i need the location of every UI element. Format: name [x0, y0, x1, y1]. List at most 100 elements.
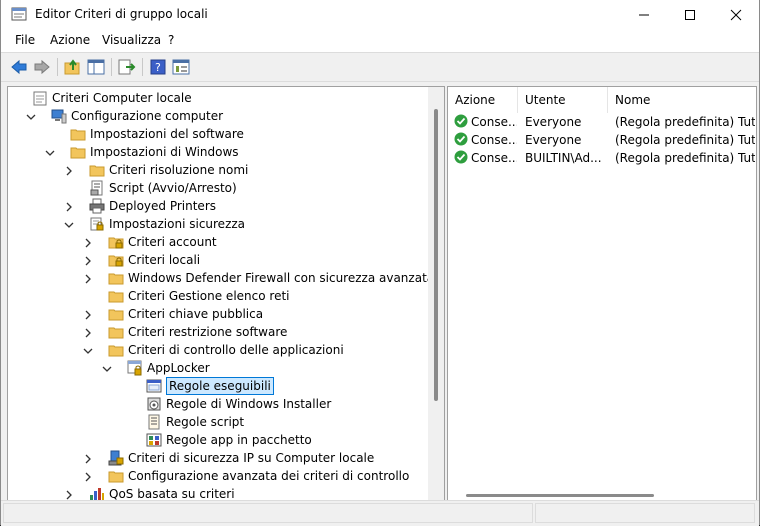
column-header-utente[interactable]: Utente — [518, 87, 608, 113]
script-rules-icon — [146, 414, 162, 430]
tree-node[interactable]: Configurazione avanzata dei criteri di c… — [8, 467, 428, 485]
back-button[interactable] — [9, 57, 29, 77]
tree-node[interactable]: Regole app in pacchetto — [8, 431, 428, 449]
menu-help[interactable]: ? — [166, 33, 176, 47]
chevron-down-icon[interactable] — [45, 147, 55, 157]
tree-node-label: Regole app in pacchetto — [166, 433, 312, 447]
tree-scroll-thumb[interactable] — [434, 109, 438, 401]
tree-node[interactable]: Impostazioni del software — [8, 125, 428, 143]
tree-node-label: Criteri di controllo delle applicazioni — [128, 343, 344, 357]
show-hide-tree-button[interactable] — [86, 57, 106, 77]
close-button[interactable] — [713, 0, 759, 30]
export-list-button[interactable] — [117, 57, 137, 77]
tree-node[interactable]: Criteri chiave pubblica — [8, 305, 428, 323]
tree-node-label: Impostazioni del software — [90, 127, 244, 141]
tree-node[interactable]: Criteri account — [8, 233, 428, 251]
chevron-down-icon[interactable] — [102, 363, 112, 373]
tree-node-label: Deployed Printers — [109, 199, 217, 213]
tree-node[interactable]: Regole di Windows Installer — [8, 395, 428, 413]
menu-visualizza[interactable]: Visualizza — [100, 33, 163, 47]
chevron-right-icon[interactable] — [64, 489, 74, 500]
script-icon — [89, 180, 105, 196]
tree-node[interactable]: Criteri Computer locale — [8, 89, 428, 107]
tree-node-label: Criteri account — [128, 235, 217, 249]
status-segment-secondary — [535, 503, 755, 523]
tree-node[interactable]: Criteri locali — [8, 251, 428, 269]
column-header-azione[interactable]: Azione — [448, 87, 518, 113]
chevron-down-icon[interactable] — [64, 219, 74, 229]
rule-name-cell: (Regola predefinita) Tutti i — [615, 115, 755, 129]
back-icon — [11, 59, 27, 75]
folder-icon — [108, 288, 124, 304]
rule-action-cell: Conse... — [471, 133, 517, 147]
column-header-nome[interactable]: Nome — [608, 87, 756, 113]
chevron-right-icon[interactable] — [83, 255, 93, 266]
tree-node-label: Configurazione avanzata dei criteri di c… — [128, 469, 410, 483]
tree-vertical-scrollbar[interactable] — [428, 87, 444, 501]
exe-rules-icon — [146, 378, 162, 394]
chevron-right-icon[interactable] — [83, 471, 93, 482]
menu-file[interactable]: File — [13, 33, 37, 47]
tree-node-label: Script (Avvio/Arresto) — [109, 181, 237, 195]
tree-node-label: Impostazioni sicurezza — [109, 217, 246, 231]
tree-node[interactable]: Regole script — [8, 413, 428, 431]
tree-node-label: Regole eseguibili — [166, 377, 274, 395]
tree-node-label: Regole di Windows Installer — [166, 397, 332, 411]
tree-node[interactable]: Criteri di sicurezza IP su Computer loca… — [8, 449, 428, 467]
tree-node[interactable]: Criteri Gestione elenco reti — [8, 287, 428, 305]
results-pane[interactable]: Azione Utente Nome Conse... Everyone (Rego… — [447, 86, 757, 502]
results-scroll-thumb[interactable] — [466, 494, 654, 497]
folder-icon — [108, 324, 124, 340]
installer-rules-icon — [146, 396, 162, 412]
chevron-right-icon[interactable] — [83, 453, 93, 464]
tree-node[interactable]: Criteri di controllo delle applicazioni — [8, 341, 428, 359]
properties-button[interactable] — [171, 57, 191, 77]
rule-row[interactable]: Conse... Everyone (Regola predefinita) Tut… — [448, 113, 756, 131]
chevron-right-icon[interactable] — [64, 165, 74, 176]
chevron-right-icon[interactable] — [64, 201, 74, 212]
tree-node[interactable]: Windows Defender Firewall con sicurezza … — [8, 269, 434, 287]
chevron-down-icon[interactable] — [26, 111, 36, 121]
rule-row[interactable]: Conse... Everyone (Regola predefinita) Tut… — [448, 131, 756, 149]
rule-action-cell: Conse... — [471, 115, 517, 129]
up-folder-button[interactable] — [63, 57, 83, 77]
rule-name-cell: (Regola predefinita) Tutti i — [615, 151, 755, 165]
tree-node[interactable]: Criteri risoluzione nomi — [8, 161, 428, 179]
status-segment-main — [3, 503, 533, 523]
folder-icon — [108, 270, 124, 286]
help-button[interactable]: ? — [148, 57, 168, 77]
tree-node-label: Criteri locali — [128, 253, 201, 267]
tree-node[interactable]: AppLocker — [8, 359, 428, 377]
tree-node[interactable]: Criteri restrizione software — [8, 323, 428, 341]
security-settings-icon — [89, 216, 105, 232]
tree-node[interactable]: Impostazioni di Windows — [8, 143, 428, 161]
tree-node-label: Regole script — [166, 415, 245, 429]
rule-row[interactable]: Conse... BUILTIN\Ad... (Regola predefinita… — [448, 149, 756, 167]
properties-icon — [172, 59, 190, 75]
tree-node[interactable]: Configurazione computer — [8, 107, 428, 125]
window-title: Editor Criteri di gruppo locali — [35, 7, 208, 21]
toolbar-separator — [111, 58, 112, 76]
tree-node[interactable]: Impostazioni sicurezza — [8, 215, 428, 233]
chevron-down-icon[interactable] — [83, 345, 93, 355]
help-icon: ? — [150, 59, 166, 75]
console-tree[interactable]: Criteri Computer locale Configurazione co… — [7, 86, 445, 502]
tree-node-label: Criteri chiave pubblica — [128, 307, 264, 321]
svg-text:?: ? — [155, 61, 161, 74]
chevron-right-icon[interactable] — [83, 309, 93, 320]
minimize-button[interactable] — [621, 0, 667, 30]
tree-node[interactable]: Deployed Printers — [8, 197, 428, 215]
maximize-button[interactable] — [667, 0, 713, 30]
tree-node-label: Criteri restrizione software — [128, 325, 288, 339]
rule-user-cell: BUILTIN\Ad... — [525, 151, 602, 165]
chevron-right-icon[interactable] — [83, 237, 93, 248]
chevron-right-icon[interactable] — [83, 327, 93, 338]
forward-button[interactable] — [32, 57, 52, 77]
tree-node-label: Impostazioni di Windows — [90, 145, 239, 159]
tree-node[interactable]: Regole eseguibili — [8, 377, 428, 395]
menu-azione[interactable]: Azione — [48, 33, 92, 47]
tree-node[interactable]: Script (Avvio/Arresto) — [8, 179, 428, 197]
toolbar: ? — [1, 52, 759, 82]
tree-node-label: Criteri di sicurezza IP su Computer loca… — [128, 451, 375, 465]
chevron-right-icon[interactable] — [83, 273, 93, 284]
